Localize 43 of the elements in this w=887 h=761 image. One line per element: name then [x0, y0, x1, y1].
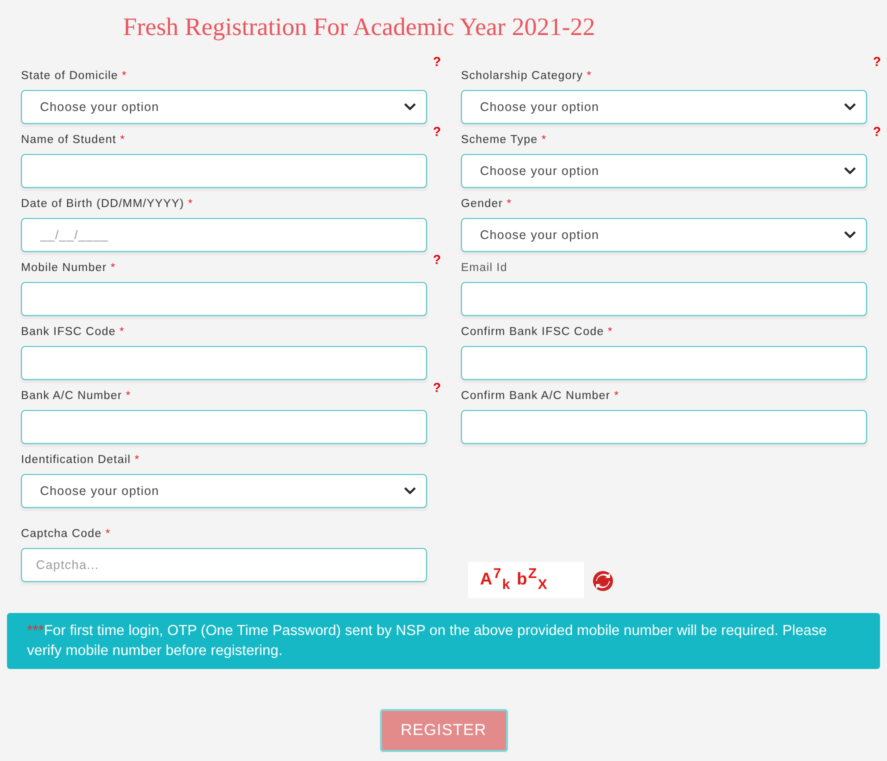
help-mark[interactable]: ? — [433, 124, 441, 139]
help-mark[interactable]: ? — [433, 252, 441, 267]
select-field[interactable]: Choose your option — [21, 474, 427, 508]
field-label: Email Id — [461, 261, 508, 276]
chevron-icon — [844, 231, 856, 239]
field-label: Captcha Code * — [21, 527, 112, 542]
chevron-icon — [404, 487, 416, 495]
input-field[interactable] — [21, 154, 427, 188]
field-label: Confirm Bank A/C Number * — [461, 389, 620, 404]
field-label: Scheme Type * — [461, 133, 548, 148]
help-mark[interactable]: ? — [433, 380, 441, 395]
chevron-icon — [844, 167, 856, 175]
field-label: Scholarship Category * — [461, 69, 593, 84]
field-label: Identification Detail * — [21, 453, 141, 468]
select-field[interactable]: Choose your option — [461, 90, 867, 124]
captcha-field[interactable]: Captcha... — [21, 548, 427, 582]
field-label: Date of Birth (DD/MM/YYYY) * — [21, 197, 194, 212]
field-label: Confirm Bank IFSC Code * — [461, 325, 614, 340]
notice-banner: ***For first time login, OTP (One Time Password) sent by NSP on the above provided mobile number will be required. Please verify mobile number before registering. — [7, 613, 880, 669]
register-button[interactable]: REGISTER — [380, 709, 508, 752]
input-field[interactable] — [21, 282, 427, 316]
input-field[interactable] — [461, 346, 867, 380]
field-label: Mobile Number * — [21, 261, 117, 276]
chevron-icon — [844, 103, 856, 111]
field-label: Gender * — [461, 197, 513, 212]
page-title: Fresh Registration For Academic Year 2021-22 — [123, 13, 596, 43]
input-field[interactable]: __/__/____ — [21, 218, 427, 252]
field-label: Name of Student * — [21, 133, 126, 148]
field-label: Bank IFSC Code * — [21, 325, 126, 340]
select-field[interactable]: Choose your option — [21, 90, 427, 124]
input-field[interactable] — [461, 282, 867, 316]
select-field[interactable]: Choose your option — [461, 218, 867, 252]
input-field[interactable] — [21, 346, 427, 380]
chevron-icon — [404, 103, 416, 111]
help-mark[interactable]: ? — [873, 54, 881, 69]
input-field[interactable] — [21, 410, 427, 444]
input-field[interactable] — [461, 410, 867, 444]
select-field[interactable]: Choose your option — [461, 154, 867, 188]
help-mark[interactable]: ? — [433, 54, 441, 69]
help-mark[interactable]: ? — [873, 124, 881, 139]
field-label: Bank A/C Number * — [21, 389, 132, 404]
refresh-icon[interactable] — [592, 570, 614, 592]
field-label: State of Domicile * — [21, 69, 128, 84]
